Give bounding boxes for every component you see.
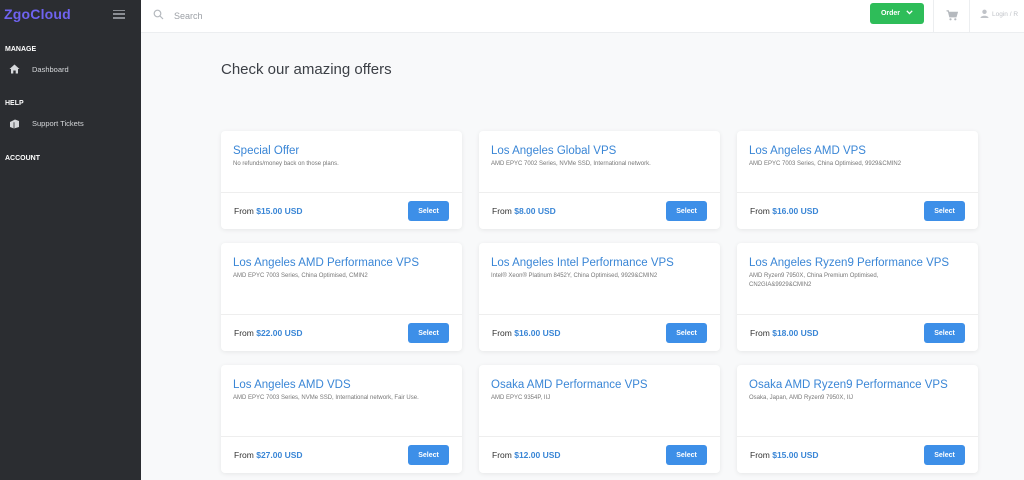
top-bar: Order Login / R [141, 0, 1024, 33]
price-value: $16.00 USD [514, 328, 561, 338]
select-button[interactable]: Select [666, 201, 707, 221]
tickets-icon [8, 117, 20, 129]
order-button[interactable]: Order [870, 3, 924, 24]
sidebar-section-account: ACCOUNT [5, 155, 40, 162]
product-name[interactable]: Los Angeles Global VPS [491, 144, 708, 158]
select-button[interactable]: Select [666, 445, 707, 465]
product-description: AMD EPYC 7003 Series, China Optimised, 9… [749, 161, 902, 167]
sidebar-item-dashboard[interactable]: Dashboard [8, 63, 69, 75]
product-card: Los Angeles Intel Performance VPS Intel®… [479, 243, 720, 351]
product-card: Los Angeles AMD VPS AMD EPYC 7003 Series… [737, 131, 978, 229]
login-label: Login / R [992, 11, 1019, 18]
select-button[interactable]: Select [924, 445, 965, 465]
product-name[interactable]: Los Angeles Ryzen9 Performance VPS [749, 256, 966, 270]
price-prefix: From [492, 450, 512, 460]
search-icon [153, 7, 164, 25]
product-price: From $12.00 USD [492, 450, 561, 460]
sidebar-item-support-tickets[interactable]: Support Tickets [8, 117, 84, 129]
product-price: From $16.00 USD [750, 206, 819, 216]
price-prefix: From [234, 450, 254, 460]
price-value: $15.00 USD [256, 206, 303, 216]
price-value: $18.00 USD [772, 328, 819, 338]
product-description: AMD EPYC 9354P, IIJ [491, 395, 551, 401]
product-price: From $8.00 USD [492, 206, 556, 216]
product-name[interactable]: Osaka AMD Performance VPS [491, 378, 708, 392]
user-icon [980, 9, 989, 20]
product-description: Intel® Xeon® Platinum 8452Y, China Optim… [491, 273, 658, 279]
select-button[interactable]: Select [666, 323, 707, 343]
price-value: $27.00 USD [256, 450, 303, 460]
select-button[interactable]: Select [924, 323, 965, 343]
price-prefix: From [234, 206, 254, 216]
product-description: Osaka, Japan, AMD Ryzen9 7950X, IIJ [749, 395, 854, 401]
price-prefix: From [234, 328, 254, 338]
order-button-label: Order [880, 10, 901, 17]
search-input[interactable] [174, 11, 374, 21]
price-prefix: From [492, 206, 512, 216]
price-prefix: From [750, 328, 770, 338]
product-description: AMD EPYC 7002 Series, NVMe SSD, Internat… [491, 161, 651, 167]
chevron-down-icon [906, 10, 913, 17]
product-name[interactable]: Los Angeles AMD Performance VPS [233, 256, 450, 270]
price-value: $8.00 USD [514, 206, 556, 216]
product-price: From $15.00 USD [750, 450, 819, 460]
sidebar-header: ZgoCloud [0, 0, 141, 28]
cart-button[interactable] [933, 0, 970, 33]
price-prefix: From [750, 206, 770, 216]
product-description: AMD EPYC 7003 Series, China Optimised, C… [233, 273, 368, 279]
product-price: From $16.00 USD [492, 328, 561, 338]
search-box [153, 7, 374, 25]
product-name[interactable]: Los Angeles Intel Performance VPS [491, 256, 708, 270]
product-name[interactable]: Los Angeles AMD VPS [749, 144, 966, 158]
price-prefix: From [750, 450, 770, 460]
login-link[interactable]: Login / R [980, 9, 1018, 20]
hamburger-icon[interactable] [113, 9, 125, 19]
product-description: AMD EPYC 7003 Series, NVMe SSD, Internat… [233, 395, 419, 401]
product-description: No refunds/money back on those plans. [233, 161, 339, 167]
price-value: $22.00 USD [256, 328, 303, 338]
product-card: Special Offer No refunds/money back on t… [221, 131, 462, 229]
price-value: $16.00 USD [772, 206, 819, 216]
product-card: Los Angeles AMD Performance VPS AMD EPYC… [221, 243, 462, 351]
product-card: Los Angeles Ryzen9 Performance VPS AMD R… [737, 243, 978, 351]
product-price: From $15.00 USD [234, 206, 303, 216]
sidebar: ZgoCloud MANAGE Dashboard HELP Support T… [0, 0, 141, 480]
home-icon [8, 63, 20, 75]
product-name[interactable]: Los Angeles AMD VDS [233, 378, 450, 392]
product-name[interactable]: Special Offer [233, 144, 450, 158]
product-price: From $18.00 USD [750, 328, 819, 338]
sidebar-item-label: Dashboard [32, 64, 69, 74]
select-button[interactable]: Select [408, 201, 449, 221]
page-title: Check our amazing offers [221, 61, 392, 78]
sidebar-item-label: Support Tickets [32, 118, 84, 128]
brand-logo[interactable]: ZgoCloud [4, 6, 71, 22]
product-card: Los Angeles AMD VDS AMD EPYC 7003 Series… [221, 365, 462, 473]
select-button[interactable]: Select [408, 323, 449, 343]
select-button[interactable]: Select [924, 201, 965, 221]
product-description: AMD Ryzen9 7950X, China Premium Optimise… [749, 273, 879, 288]
cart-icon [946, 8, 958, 26]
product-name[interactable]: Osaka AMD Ryzen9 Performance VPS [749, 378, 966, 392]
product-price: From $27.00 USD [234, 450, 303, 460]
price-prefix: From [492, 328, 512, 338]
price-value: $12.00 USD [514, 450, 561, 460]
product-card: Los Angeles Global VPS AMD EPYC 7002 Ser… [479, 131, 720, 229]
price-value: $15.00 USD [772, 450, 819, 460]
product-card: Osaka AMD Performance VPS AMD EPYC 9354P… [479, 365, 720, 473]
product-price: From $22.00 USD [234, 328, 303, 338]
sidebar-section-manage: MANAGE [5, 46, 37, 53]
sidebar-section-help: HELP [5, 100, 24, 107]
product-card: Osaka AMD Ryzen9 Performance VPS Osaka, … [737, 365, 978, 473]
select-button[interactable]: Select [408, 445, 449, 465]
